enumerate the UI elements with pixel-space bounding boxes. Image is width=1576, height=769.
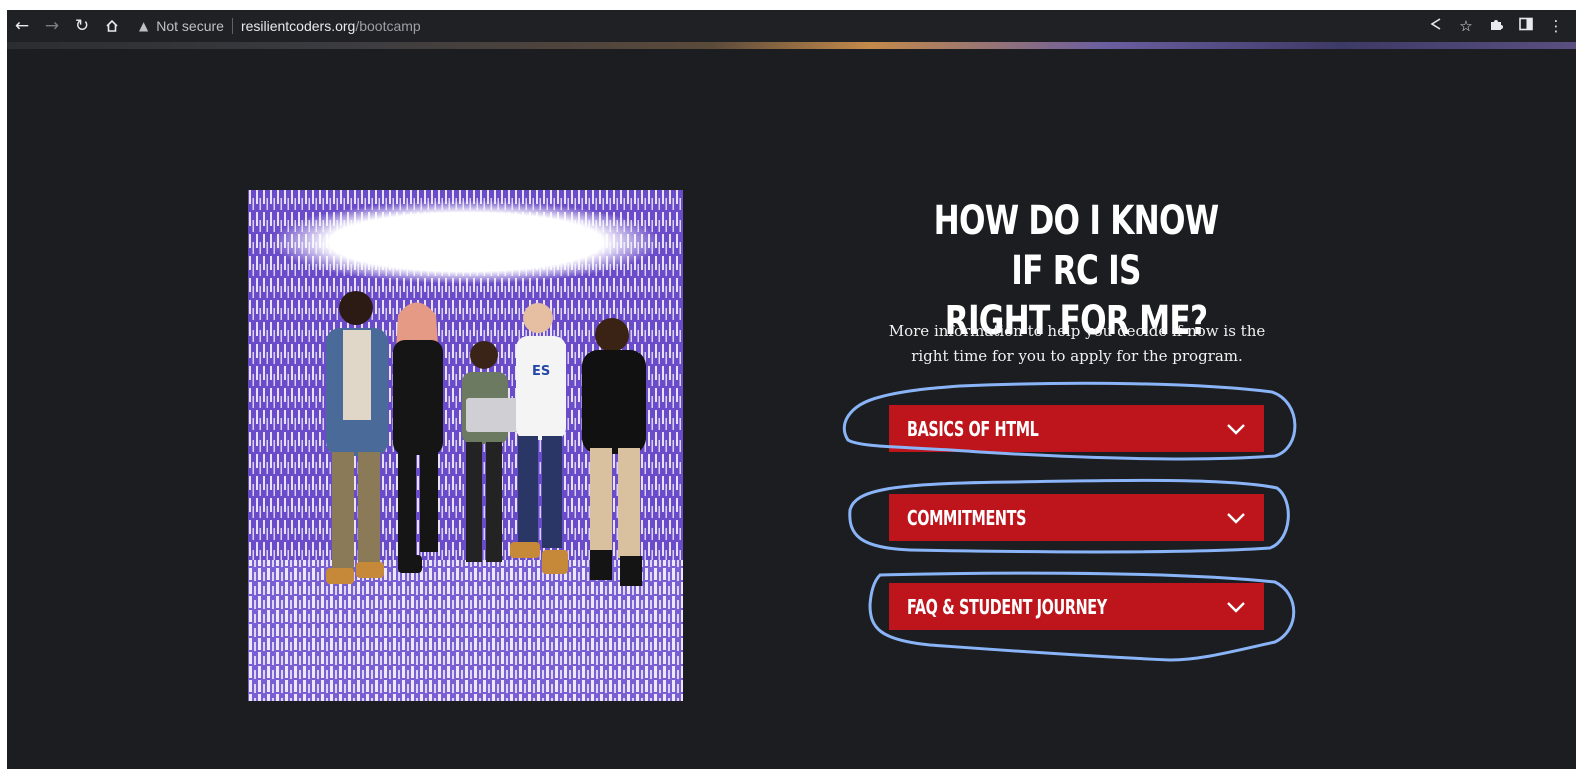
accordion-label[interactable]: BASICS OF HTML xyxy=(907,417,1039,441)
url-path[interactable]: /bootcamp xyxy=(355,18,420,34)
reload-icon[interactable]: ↻ xyxy=(67,10,97,42)
subtext-line-2: right time for you to apply for the prog… xyxy=(911,347,1243,365)
warning-icon[interactable]: ▲ xyxy=(139,19,148,33)
svg-text:ES: ES xyxy=(532,364,550,379)
home-icon[interactable] xyxy=(97,10,127,42)
chevron-down-icon[interactable] xyxy=(1226,423,1246,435)
more-menu-icon[interactable]: ⋮ xyxy=(1548,17,1564,35)
accordion-basics-of-html[interactable]: BASICS OF HTML xyxy=(889,405,1264,452)
share-icon[interactable] xyxy=(1428,17,1444,35)
chevron-down-icon[interactable] xyxy=(1226,601,1246,613)
chevron-down-icon[interactable] xyxy=(1226,512,1246,524)
accordion-label[interactable]: FAQ & STUDENT JOURNEY xyxy=(907,595,1107,619)
hero-image-bottom-edge xyxy=(7,42,1576,49)
section-subtext: More information to help you decide if n… xyxy=(887,319,1267,369)
accordion-commitments[interactable]: COMMITMENTS xyxy=(889,494,1264,541)
screen: ← → ↻ ▲ Not secure resilientcoders.org/b… xyxy=(0,0,1576,769)
students-photo: ES xyxy=(248,190,683,701)
heading-line-1: HOW DO I KNOW IF RC IS xyxy=(933,198,1220,294)
side-panel-icon[interactable] xyxy=(1518,17,1534,35)
back-arrow-icon[interactable]: ← xyxy=(7,10,37,42)
extensions-puzzle-icon[interactable] xyxy=(1488,17,1504,36)
address-bar[interactable]: ▲ Not secure resilientcoders.org/bootcam… xyxy=(137,12,1457,40)
url-host[interactable]: resilientcoders.org xyxy=(241,18,355,34)
bookmark-star-icon[interactable]: ☆ xyxy=(1458,17,1474,35)
security-label[interactable]: Not secure xyxy=(156,18,224,34)
page-section: ES HOW DO I KNOW IF RC IS RIGHT FOR ME? … xyxy=(7,49,1576,769)
toolbar-actions: ☆ ⋮ xyxy=(1428,10,1564,42)
accordion-label[interactable]: COMMITMENTS xyxy=(907,506,1026,530)
address-separator xyxy=(231,18,233,34)
accordion-faq-student-journey[interactable]: FAQ & STUDENT JOURNEY xyxy=(889,583,1264,630)
browser-toolbar: ← → ↻ ▲ Not secure resilientcoders.org/b… xyxy=(7,10,1576,42)
subtext-line-1: More information to help you decide if n… xyxy=(888,322,1266,340)
forward-arrow-icon[interactable]: → xyxy=(37,10,67,42)
